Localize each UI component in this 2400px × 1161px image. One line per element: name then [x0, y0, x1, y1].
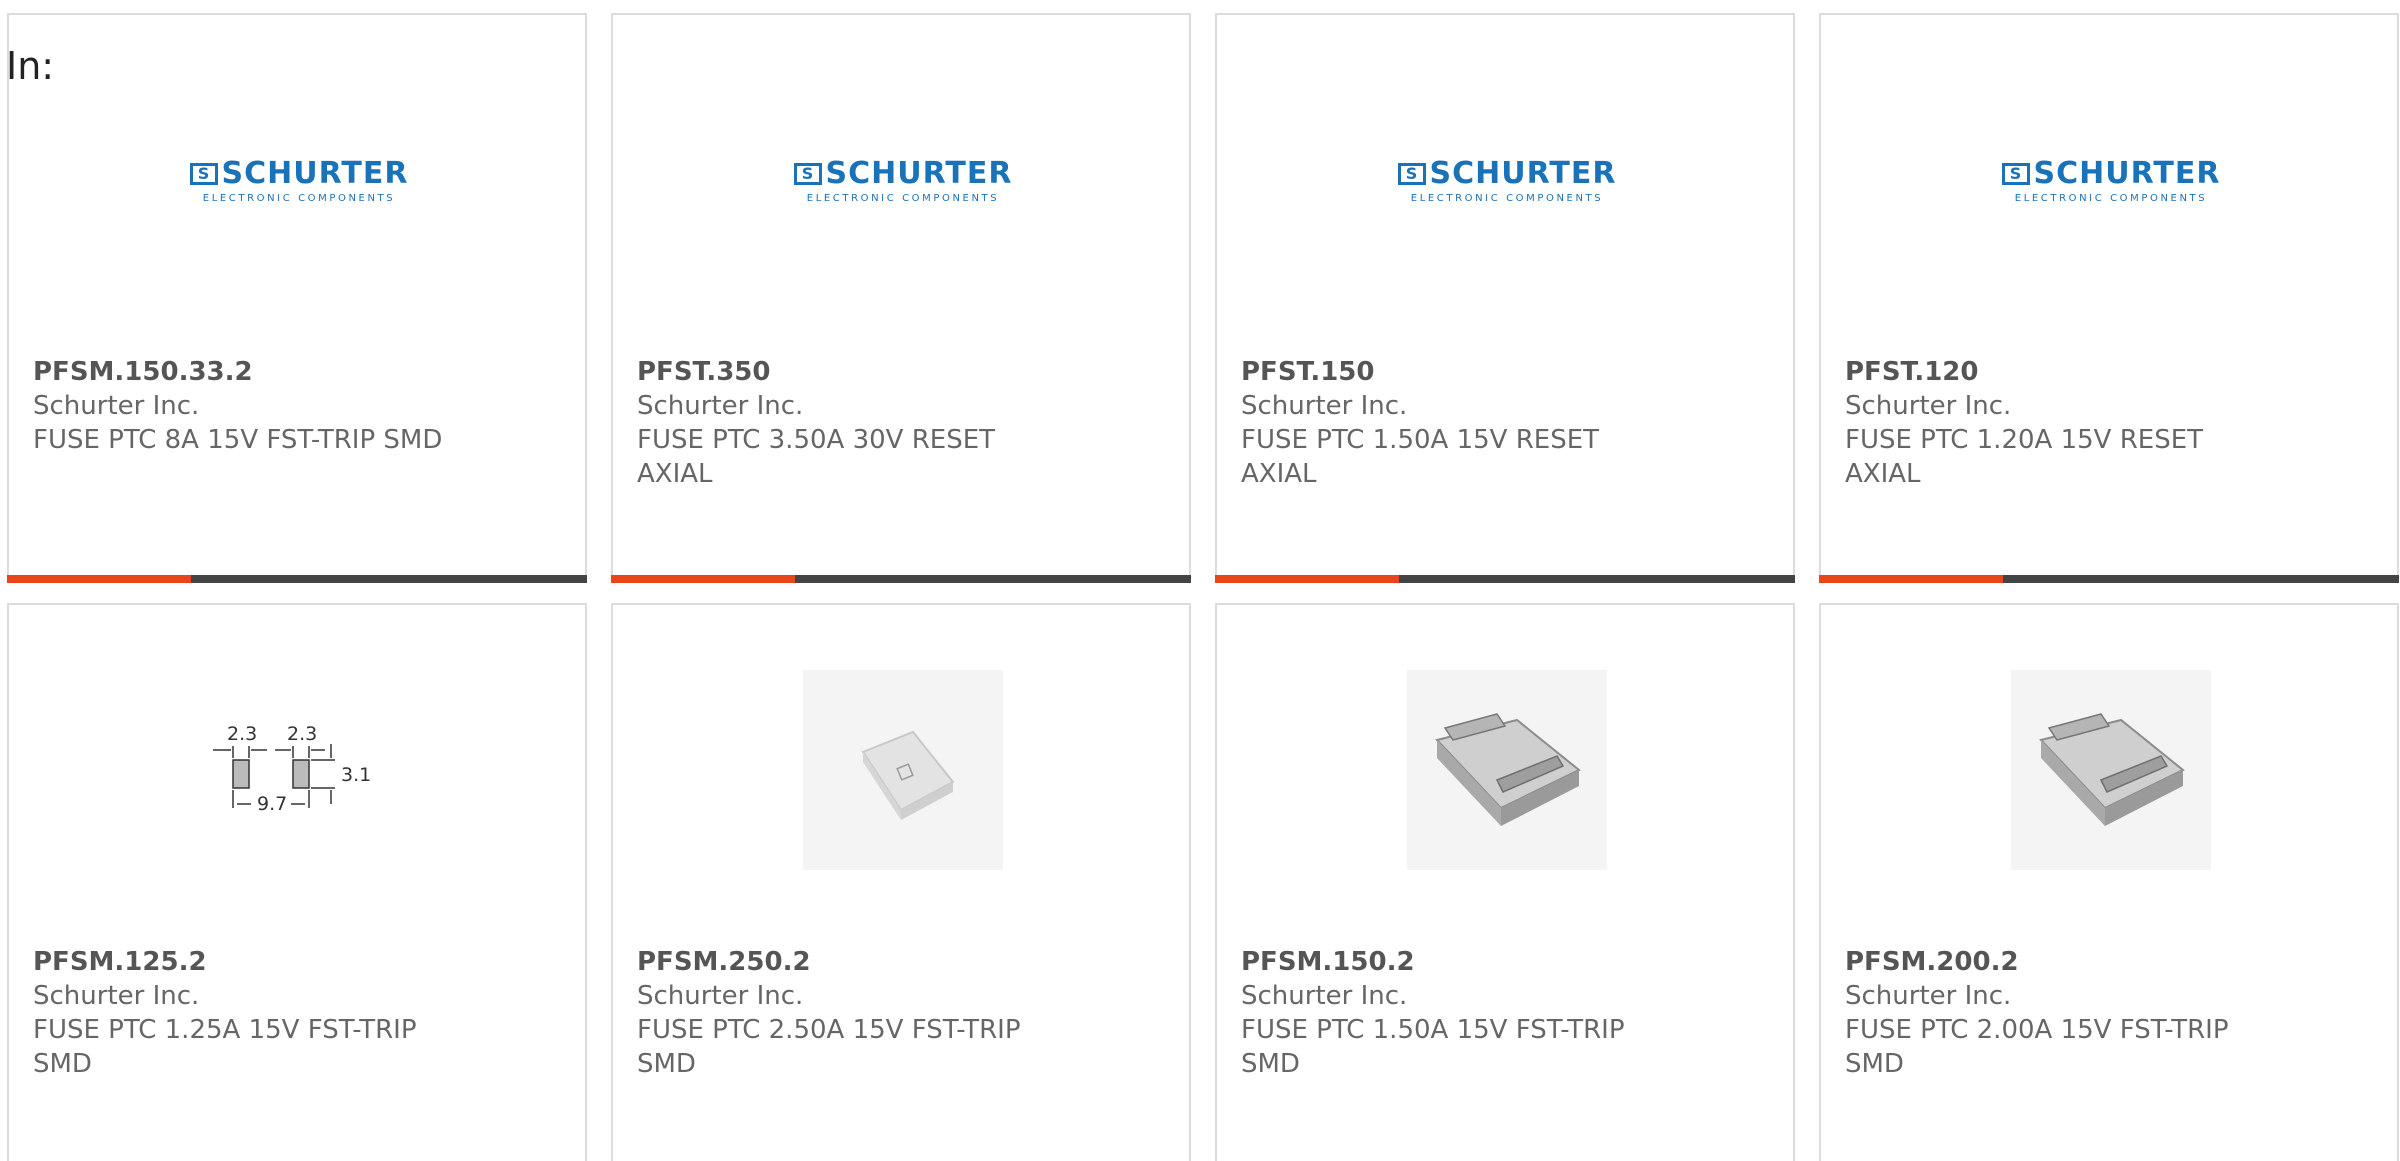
product-description: FUSE PTC 2.00A 15V FST-TRIP SMD [1845, 1015, 2229, 1079]
product-thumbnail [1407, 670, 1607, 870]
part-number-link[interactable]: PFST.350 [637, 355, 1157, 389]
product-description: FUSE PTC 8A 15V FST-TRIP SMD [33, 425, 443, 455]
footprint-height: 3.1 [341, 764, 371, 786]
schurter-logo: S SCHURTER ELECTRONIC COMPONENTS [793, 156, 1013, 204]
product-card[interactable]: PFSM.200.2 Schurter Inc. FUSE PTC 2.00A … [1819, 603, 2399, 1161]
schurter-logo-mark: S [189, 162, 218, 185]
schurter-logo: S SCHURTER ELECTRONIC COMPONENTS [189, 156, 409, 204]
product-photo [803, 670, 1003, 870]
product-card[interactable]: 2.3 2.3 3.1 9.7 PFSM.125.2 Schurter Inc.… [7, 603, 587, 1161]
schurter-logo-word: SCHURTER [221, 156, 409, 191]
manufacturer-name: Schurter Inc. [33, 391, 200, 421]
smd-chip-photo [861, 730, 955, 820]
part-number-link[interactable]: PFSM.150.33.2 [33, 355, 553, 389]
product-thumbnail [803, 670, 1003, 870]
manufacturer-name: Schurter Inc. [1241, 981, 1408, 1011]
schurter-logo-sub: ELECTRONIC COMPONENTS [202, 193, 396, 204]
footprint-diagram: 2.3 2.3 3.1 9.7 [213, 723, 371, 815]
schurter-logo-mark: S [1397, 162, 1426, 185]
product-thumbnail: S SCHURTER ELECTRONIC COMPONENTS [1397, 80, 1615, 280]
card-accent-bar [7, 575, 587, 583]
part-number-link[interactable]: PFSM.125.2 [33, 945, 553, 979]
part-number-link[interactable]: PFSM.150.2 [1241, 945, 1761, 979]
schurter-logo-sub: ELECTRONIC COMPONENTS [1410, 193, 1604, 204]
part-number-link[interactable]: PFSM.250.2 [637, 945, 1157, 979]
product-description: FUSE PTC 1.50A 15V FST-TRIP SMD [1241, 1015, 1625, 1079]
smd-clip-photo [2039, 713, 2185, 826]
part-number-link[interactable]: PFSM.200.2 [1845, 945, 2365, 979]
product-photo [1407, 670, 1607, 870]
product-card[interactable]: PFSM.150.2 Schurter Inc. FUSE PTC 1.50A … [1215, 603, 1795, 1161]
schurter-logo-word: SCHURTER [825, 156, 1013, 191]
product-thumbnail: S SCHURTER ELECTRONIC COMPONENTS [2001, 80, 2219, 280]
manufacturer-name: Schurter Inc. [1845, 391, 2012, 421]
product-description: FUSE PTC 1.25A 15V FST-TRIP SMD [33, 1015, 417, 1079]
manufacturer-name: Schurter Inc. [637, 391, 804, 421]
product-card[interactable]: S SCHURTER ELECTRONIC COMPONENTS PFST.15… [1215, 13, 1795, 583]
manufacturer-name: Schurter Inc. [637, 981, 804, 1011]
schurter-logo-mark: S [2001, 162, 2030, 185]
product-card[interactable]: S SCHURTER ELECTRONIC COMPONENTS PFSM.15… [7, 13, 587, 583]
product-thumbnail: 2.3 2.3 3.1 9.7 [199, 670, 399, 870]
card-accent-bar [1215, 575, 1795, 583]
product-grid-page: In: S SCHURTER ELECTRONIC COMPONENTS PFS… [0, 0, 2400, 1161]
manufacturer-name: Schurter Inc. [1845, 981, 2012, 1011]
schurter-logo-mark: S [793, 162, 822, 185]
product-description: FUSE PTC 2.50A 15V FST-TRIP SMD [637, 1015, 1021, 1079]
schurter-logo: S SCHURTER ELECTRONIC COMPONENTS [2001, 156, 2221, 204]
product-description: FUSE PTC 1.50A 15V RESET AXIAL [1241, 425, 1600, 489]
footprint-pad-width: 2.3 [227, 723, 257, 745]
schurter-logo: S SCHURTER ELECTRONIC COMPONENTS [1397, 156, 1617, 204]
product-photo [2011, 670, 2211, 870]
product-card[interactable]: PFSM.250.2 Schurter Inc. FUSE PTC 2.50A … [611, 603, 1191, 1161]
card-accent-bar [1819, 575, 2399, 583]
card-accent-bar [611, 575, 1191, 583]
product-thumbnail: S SCHURTER ELECTRONIC COMPONENTS [793, 80, 1011, 280]
part-number-link[interactable]: PFST.150 [1241, 355, 1761, 389]
smd-clip-photo [1435, 713, 1581, 826]
footprint-pitch: 9.7 [257, 793, 287, 815]
manufacturer-name: Schurter Inc. [1241, 391, 1408, 421]
product-description: FUSE PTC 1.20A 15V RESET AXIAL [1845, 425, 2204, 489]
product-thumbnail [2011, 670, 2211, 870]
product-card[interactable]: S SCHURTER ELECTRONIC COMPONENTS PFST.35… [611, 13, 1191, 583]
schurter-logo-word: SCHURTER [1429, 156, 1617, 191]
schurter-logo-word: SCHURTER [2033, 156, 2221, 191]
schurter-logo-sub: ELECTRONIC COMPONENTS [2014, 193, 2208, 204]
footprint-pad-width-2: 2.3 [287, 723, 317, 745]
manufacturer-name: Schurter Inc. [33, 981, 200, 1011]
product-description: FUSE PTC 3.50A 30V RESET AXIAL [637, 425, 996, 489]
filter-in-label: In: [6, 44, 55, 88]
schurter-logo-sub: ELECTRONIC COMPONENTS [806, 193, 1000, 204]
product-thumbnail: S SCHURTER ELECTRONIC COMPONENTS [189, 80, 407, 280]
part-number-link[interactable]: PFST.120 [1845, 355, 2365, 389]
product-card[interactable]: S SCHURTER ELECTRONIC COMPONENTS PFST.12… [1819, 13, 2399, 583]
